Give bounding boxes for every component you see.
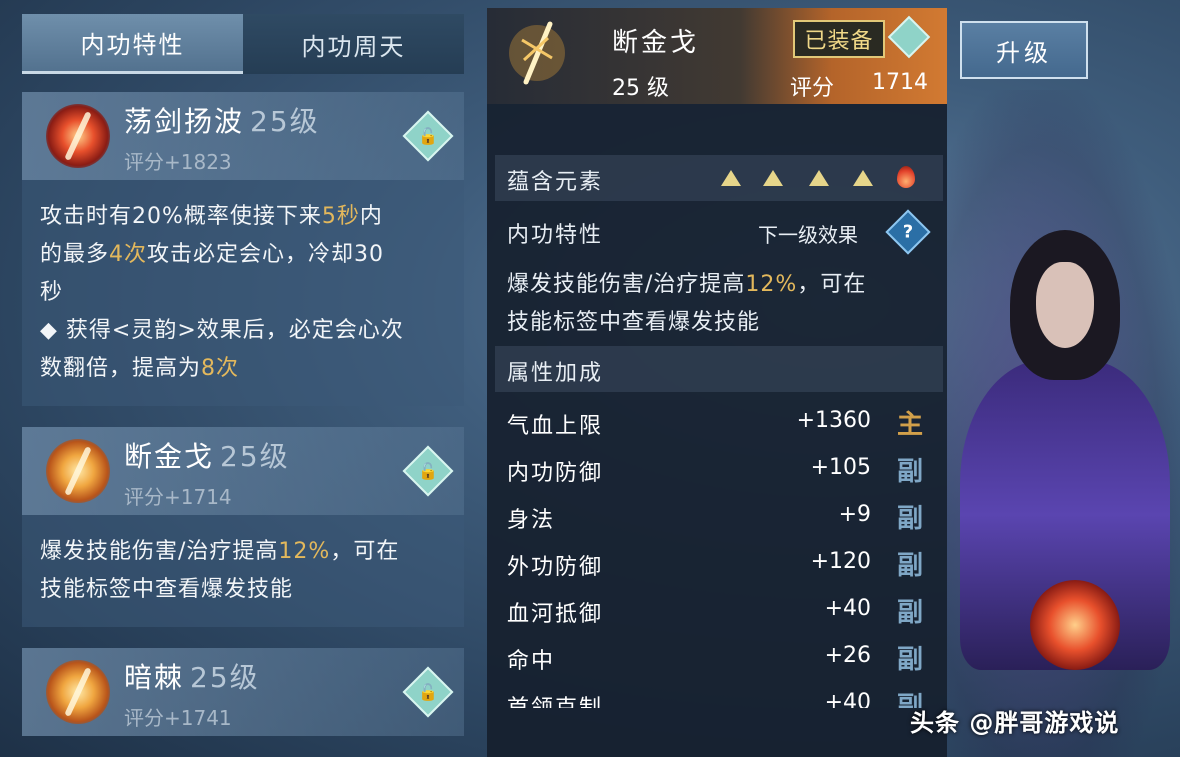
triangle-element-icon — [763, 170, 783, 186]
skill-name: 荡剑扬波 25级 — [124, 105, 320, 138]
unlock-icon[interactable]: 🔓 — [402, 110, 454, 162]
fire-element-icon — [897, 166, 915, 188]
equipped-badge: 已装备 — [793, 20, 885, 58]
detail-score: 1714 — [872, 70, 928, 95]
elements-label: 蕴含元素 — [507, 170, 604, 195]
skill-desc-dangjian: 攻击时有20%概率使接下来5秒内 的最多4次攻击必定会心，冷却30 秒 ◆ 获得… — [22, 180, 464, 406]
tab-neigong-zhoutian[interactable]: 内功周天 — [243, 14, 464, 74]
fire-orb-icon — [1030, 580, 1120, 670]
skill-score: 评分+1823 — [124, 150, 232, 174]
watermark: 头条 @胖哥游戏说 — [910, 709, 1120, 737]
skill-description: 爆发技能伤害/治疗提高12%，可在 技能标签中查看爆发技能 — [40, 539, 400, 602]
skill-card-duanjinge[interactable]: 断金戈 25级 评分+1714 🔓 — [22, 427, 464, 515]
detail-skill-name: 断金戈 — [612, 28, 700, 58]
detail-score-label: 评分 — [790, 76, 835, 101]
tab-neigong-traits[interactable]: 内功特性 — [22, 14, 243, 74]
triangle-element-icon — [809, 170, 829, 186]
tab-bar: 内功特性 内功周天 — [22, 14, 464, 74]
detail-level: 25 级 — [612, 76, 669, 101]
attr-row: 气血上限 +1360 主 — [507, 408, 923, 440]
attr-row: 血河抵御 +40 副 — [507, 596, 923, 628]
triangle-element-icon — [853, 170, 873, 186]
character-face — [1036, 262, 1094, 348]
skill-card-dangjian[interactable]: 荡剑扬波 25级 评分+1823 🔓 — [22, 92, 464, 180]
skill-score: 评分+1714 — [124, 485, 232, 509]
attr-label: 属性加成 — [507, 361, 604, 386]
skill-score: 评分+1741 — [124, 706, 232, 730]
next-level-label[interactable]: 下一级效果 — [758, 219, 858, 248]
skill-level: 25级 — [250, 105, 320, 138]
thorn-skill-icon — [46, 660, 110, 724]
sword-skill-icon — [46, 104, 110, 168]
skill-name: 断金戈 25级 — [124, 440, 290, 473]
unlock-icon[interactable]: 🔓 — [402, 666, 454, 718]
triangle-element-icon — [721, 170, 741, 186]
spear-detail-icon — [502, 18, 572, 88]
unlock-icon[interactable]: 🔓 — [402, 445, 454, 497]
spear-skill-icon — [46, 439, 110, 503]
trait-description: 爆发技能伤害/治疗提高12%，可在 技能标签中查看爆发技能 — [507, 272, 867, 335]
skill-level: 25级 — [190, 661, 260, 694]
attr-row: 外功防御 +120 副 — [507, 549, 923, 581]
skill-card-anji[interactable]: 暗棘 25级 评分+1741 🔓 — [22, 648, 464, 736]
skill-name: 暗棘 25级 — [124, 661, 260, 694]
attr-row: 内功防御 +105 副 — [507, 455, 923, 487]
attr-row: 身法 +9 副 — [507, 502, 923, 534]
trait-label: 内功特性 — [507, 223, 604, 248]
attr-row: 首领克制+40副 — [507, 690, 923, 708]
skill-desc-duanjinge: 爆发技能伤害/治疗提高12%，可在 技能标签中查看爆发技能 — [22, 515, 464, 627]
attr-row: 命中 +26 副 — [507, 643, 923, 675]
upgrade-button[interactable]: 升级 — [960, 21, 1088, 79]
skill-description: 攻击时有20%概率使接下来5秒内 的最多4次攻击必定会心，冷却30 秒 ◆ 获得… — [40, 204, 404, 381]
skill-level: 25级 — [220, 440, 290, 473]
